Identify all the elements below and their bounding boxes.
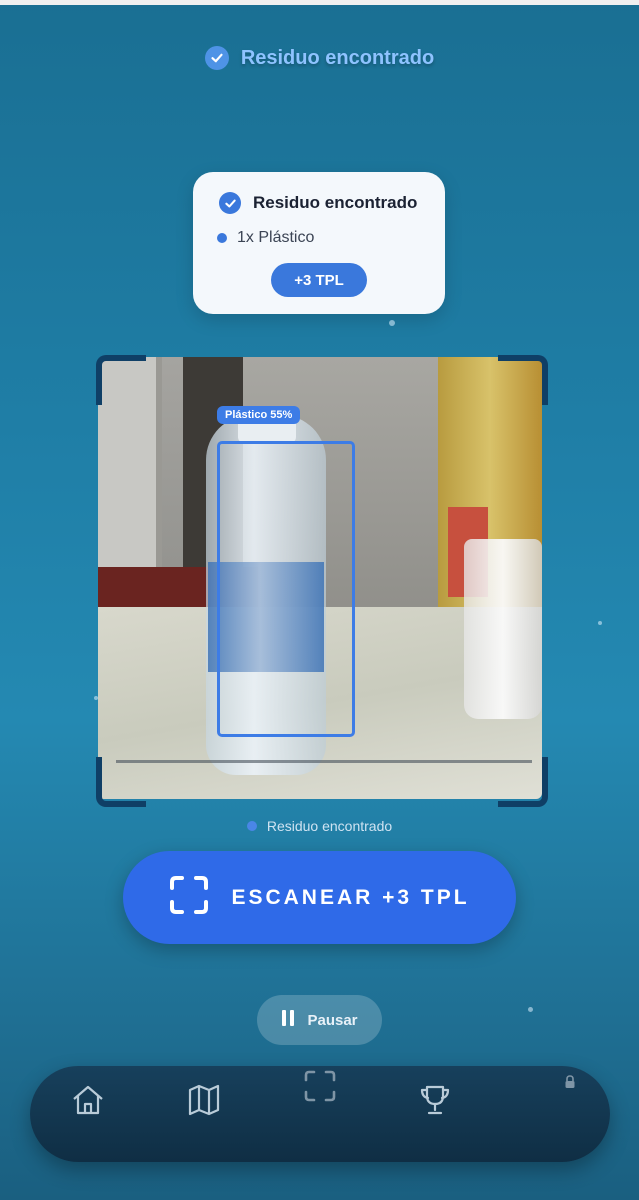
- result-card-title: Residuo encontrado: [253, 193, 418, 212]
- result-card-header: Residuo encontrado: [219, 192, 417, 214]
- nav-scan[interactable]: [300, 1068, 340, 1108]
- pause-button-label: Pausar: [307, 1011, 358, 1029]
- status-dot: [246, 821, 257, 831]
- decorative-bubble: [528, 1007, 533, 1012]
- header: Residuo encontrado: [0, 46, 639, 70]
- top-edge: [0, 0, 639, 5]
- check-icon: [204, 46, 229, 70]
- bottom-nav: [30, 1066, 610, 1162]
- scan-icon: [303, 1069, 337, 1108]
- scan-button-label: ESCANEAR +3 TPL: [231, 885, 470, 909]
- nav-map[interactable]: [184, 1082, 224, 1122]
- detection-label: Plástico 55%: [217, 406, 301, 424]
- decorative-bubble: [598, 621, 602, 625]
- decorative-bubble: [389, 320, 395, 326]
- pause-icon: [281, 1009, 295, 1032]
- status-text: Residuo encontrado: [266, 818, 393, 834]
- pause-button[interactable]: Pausar: [257, 995, 382, 1045]
- result-card: Residuo encontrado 1x Plástico +3 TPL: [193, 172, 445, 314]
- viewfinder-corner: [498, 355, 548, 405]
- nav-home[interactable]: [68, 1082, 108, 1122]
- trophy-icon: [418, 1083, 452, 1122]
- home-icon: [71, 1083, 105, 1122]
- detection-bounding-box: [217, 441, 355, 737]
- bullet-dot: [217, 233, 227, 243]
- scan-line: [116, 760, 532, 763]
- result-item-text: 1x Plástico: [237, 229, 315, 246]
- result-card-item: 1x Plástico: [217, 229, 314, 247]
- lock-icon: [564, 1074, 576, 1094]
- header-title: Residuo encontrado: [240, 46, 435, 69]
- nav-locked[interactable]: [551, 1070, 589, 1098]
- map-icon: [187, 1083, 221, 1122]
- check-icon: [219, 192, 241, 214]
- nav-trophy[interactable]: [415, 1082, 455, 1122]
- viewfinder-corner: [498, 757, 548, 807]
- viewfinder-corner: [96, 355, 146, 405]
- scan-button[interactable]: ESCANEAR +3 TPL: [123, 851, 516, 944]
- camera-viewfinder[interactable]: Plástico 55%: [98, 357, 542, 799]
- reward-badge-button[interactable]: +3 TPL: [271, 263, 367, 297]
- viewfinder-corner: [96, 757, 146, 807]
- scan-icon: [169, 875, 209, 920]
- scan-status: Residuo encontrado: [0, 818, 639, 834]
